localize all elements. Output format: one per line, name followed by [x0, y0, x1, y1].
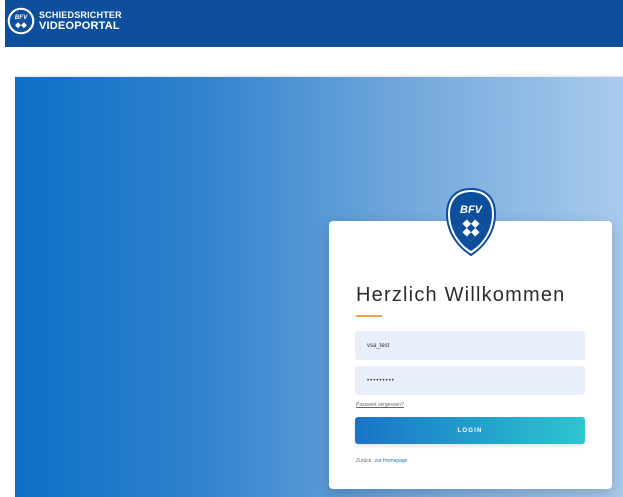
- brand-line-2: VIDEOPORTAL: [39, 20, 120, 32]
- heading-accent-line: [356, 315, 382, 317]
- welcome-heading: Herzlich Willkommen: [356, 284, 566, 306]
- back-to-homepage: Zurück zur Homepage: [356, 458, 407, 464]
- brand-title: SCHIEDSRICHTER VIDEOPORTAL: [39, 10, 122, 32]
- header-logo-text: BFV: [15, 14, 28, 21]
- top-navbar: BFV SCHIEDSRICHTER VIDEOPORTAL: [5, 0, 623, 47]
- bfv-shield-icon: BFV: [446, 188, 496, 256]
- login-button[interactable]: LOGIN: [355, 417, 585, 444]
- brand-home-link[interactable]: BFV SCHIEDSRICHTER VIDEOPORTAL: [7, 7, 122, 35]
- forgot-password-link[interactable]: Passwort vergessen?: [356, 402, 404, 408]
- password-input[interactable]: [355, 366, 585, 395]
- username-input[interactable]: [355, 331, 585, 360]
- back-label: Zurück: [356, 458, 372, 464]
- homepage-link[interactable]: zur Homepage: [375, 458, 408, 464]
- card-logo-text: BFV: [460, 204, 484, 216]
- bfv-logo-icon: BFV: [7, 7, 35, 35]
